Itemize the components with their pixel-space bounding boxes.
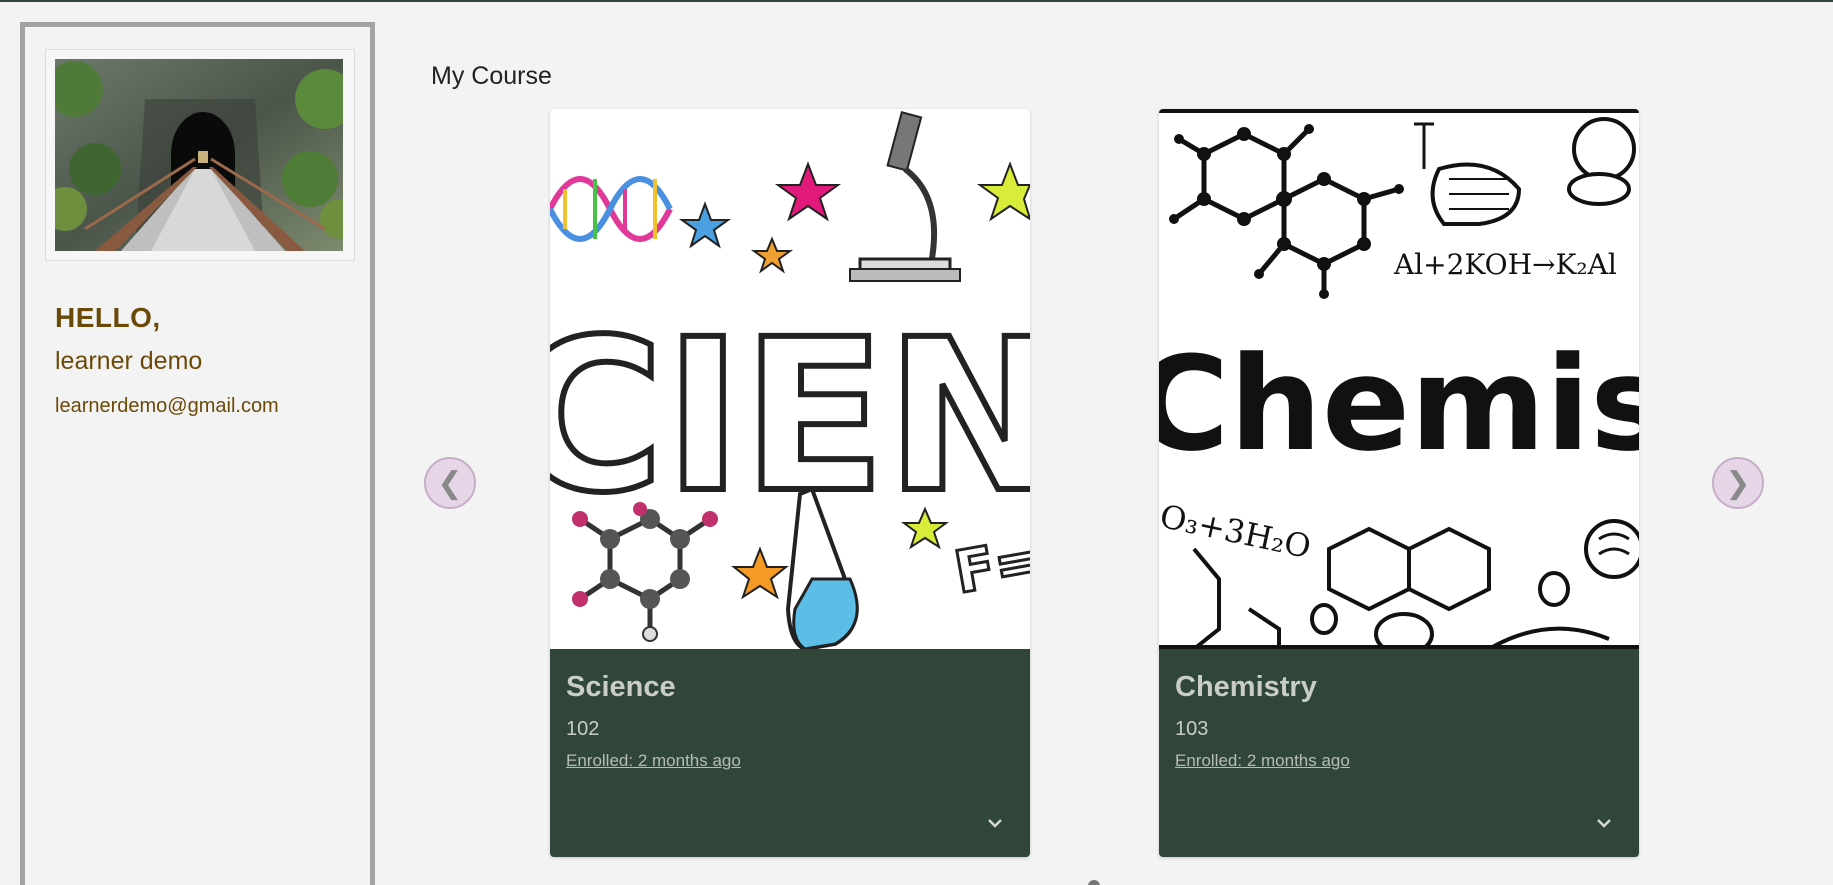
avatar [55, 59, 343, 251]
course-title[interactable]: Science [566, 671, 1014, 704]
course-title[interactable]: Chemistry [1175, 671, 1623, 704]
svg-text:Al+2KOH→K₂Al: Al+2KOH→K₂Al [1393, 248, 1617, 281]
chemistry-illustration-icon: Al+2KOH→K₂Al Chemist O₃+3H₂O [1159, 109, 1639, 649]
avatar-frame [45, 49, 355, 261]
course-card-science[interactable]: CIENC F= [550, 109, 1030, 857]
chevron-left-icon: ❮ [437, 466, 463, 500]
carousel-indicator[interactable] [1088, 880, 1100, 885]
enrolled-date-link[interactable]: Enrolled: 2 months ago [1175, 751, 1350, 771]
page-title: My Course [431, 62, 552, 90]
science-illustration-icon: CIENC F= [550, 109, 1030, 649]
course-code: 103 [1175, 718, 1209, 740]
svg-text:Chemist: Chemist [1159, 328, 1639, 480]
profile-sidebar: HELLO, learner demo learnerdemo@gmail.co… [20, 22, 375, 885]
chevron-down-icon[interactable] [1591, 813, 1617, 833]
course-card-chemistry[interactable]: Al+2KOH→K₂Al Chemist O₃+3H₂O Chemistry 1… [1159, 109, 1639, 857]
chevron-right-icon: ❯ [1725, 466, 1751, 500]
user-email: learnerdemo@gmail.com [55, 395, 279, 417]
user-name: learner demo [55, 347, 203, 375]
svg-text:F=: F= [949, 525, 1030, 607]
course-code: 102 [566, 718, 600, 740]
chevron-down-icon[interactable] [982, 813, 1008, 833]
greeting-heading: HELLO, [55, 302, 161, 333]
course-card-body: Science 102 Enrolled: 2 months ago [550, 649, 1030, 857]
enrolled-date-link[interactable]: Enrolled: 2 months ago [566, 751, 741, 771]
svg-text:CIENC: CIENC [550, 294, 1030, 539]
carousel-next-button[interactable]: ❯ [1712, 457, 1764, 509]
carousel-prev-button[interactable]: ❮ [424, 457, 476, 509]
course-card-body: Chemistry 103 Enrolled: 2 months ago [1159, 649, 1639, 857]
